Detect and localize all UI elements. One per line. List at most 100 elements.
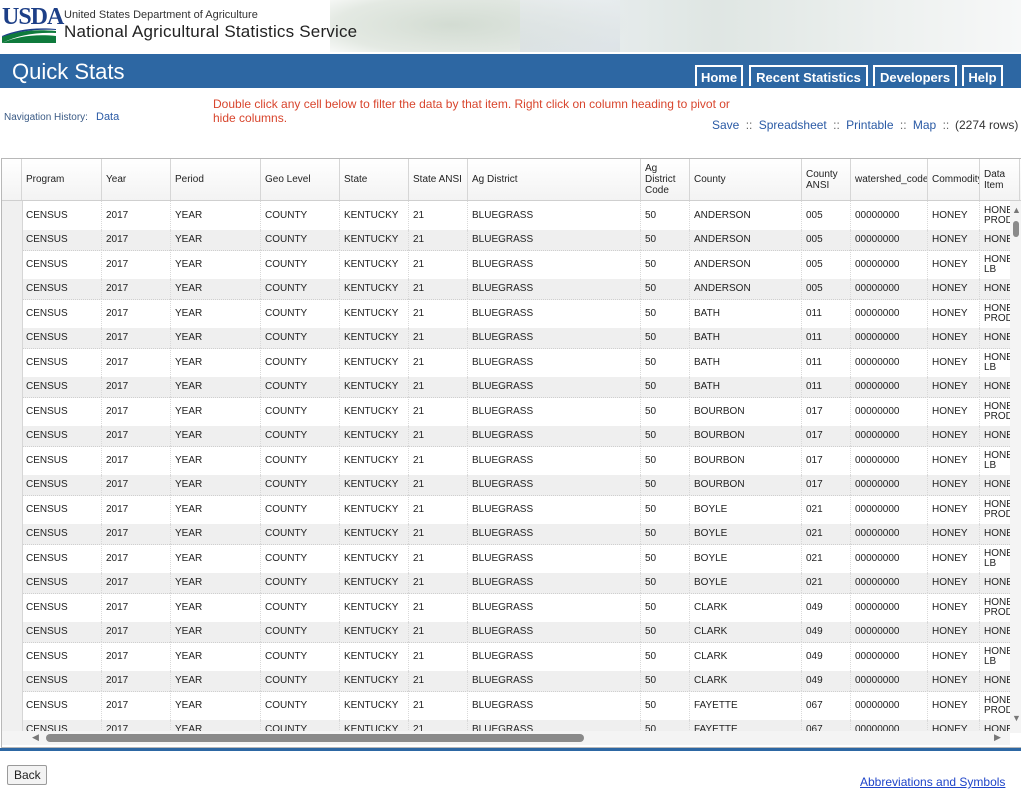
table-cell[interactable]: COUNTY: [261, 622, 340, 642]
table-cell[interactable]: CLARK: [690, 622, 802, 642]
table-cell[interactable]: HONEY: [928, 377, 980, 397]
table-cell[interactable]: YEAR: [171, 544, 261, 573]
table-cell[interactable]: HONEY LB: [980, 544, 1012, 573]
table-cell[interactable]: CENSUS: [22, 642, 102, 671]
table-cell[interactable]: 50: [641, 544, 690, 573]
table-cell[interactable]: 50: [641, 671, 690, 691]
table-cell[interactable]: COUNTY: [261, 377, 340, 397]
table-cell[interactable]: COUNTY: [261, 299, 340, 328]
table-cell[interactable]: 50: [641, 642, 690, 671]
table-cell[interactable]: 011: [802, 328, 851, 348]
column-header[interactable]: Commodity: [928, 159, 980, 200]
table-cell[interactable]: KENTUCKY: [340, 299, 409, 328]
row-header[interactable]: [2, 593, 23, 622]
table-cell[interactable]: YEAR: [171, 250, 261, 279]
table-cell[interactable]: 017: [802, 426, 851, 446]
table-cell[interactable]: BOYLE: [690, 495, 802, 524]
table-cell[interactable]: BOURBON: [690, 426, 802, 446]
table-cell[interactable]: ANDERSON: [690, 279, 802, 299]
table-cell[interactable]: 21: [409, 622, 468, 642]
table-row[interactable]: CENSUS 2017 YEAR COUNTY KENTUCKY 21 BLUEGRASS 5…: [2, 642, 1012, 672]
table-cell[interactable]: BOURBON: [690, 475, 802, 495]
table-cell[interactable]: 2017: [102, 573, 171, 593]
table-cell[interactable]: BLUEGRASS: [468, 201, 641, 230]
table-cell[interactable]: 067: [802, 691, 851, 720]
table-cell[interactable]: HONEY LB: [980, 446, 1012, 475]
table-cell[interactable]: 049: [802, 622, 851, 642]
table-cell[interactable]: BLUEGRASS: [468, 397, 641, 426]
table-row[interactable]: CENSUS 2017 YEAR COUNTY KENTUCKY 21 BLUEGRASS 5…: [2, 377, 1012, 398]
table-row[interactable]: CENSUS 2017 YEAR COUNTY KENTUCKY 21 BLUEGRASS 5…: [2, 299, 1012, 329]
column-header[interactable]: Data Item: [980, 159, 1020, 200]
table-row[interactable]: CENSUS 2017 YEAR COUNTY KENTUCKY 21 BLUEGRASS 5…: [2, 397, 1012, 427]
table-cell[interactable]: 50: [641, 622, 690, 642]
table-cell[interactable]: YEAR: [171, 348, 261, 377]
table-cell[interactable]: CENSUS: [22, 299, 102, 328]
table-cell[interactable]: 21: [409, 544, 468, 573]
table-cell[interactable]: KENTUCKY: [340, 397, 409, 426]
table-cell[interactable]: BATH: [690, 328, 802, 348]
table-cell[interactable]: 21: [409, 397, 468, 426]
table-cell[interactable]: 017: [802, 446, 851, 475]
table-cell[interactable]: KENTUCKY: [340, 230, 409, 250]
column-header[interactable]: State: [340, 159, 409, 200]
table-cell[interactable]: CENSUS: [22, 377, 102, 397]
row-header[interactable]: [2, 201, 23, 230]
table-cell[interactable]: 011: [802, 348, 851, 377]
table-cell[interactable]: 00000000: [851, 573, 928, 593]
table-cell[interactable]: 21: [409, 642, 468, 671]
table-cell[interactable]: 50: [641, 230, 690, 250]
table-cell[interactable]: 00000000: [851, 544, 928, 573]
table-cell[interactable]: HONEY: [980, 328, 1012, 348]
table-row[interactable]: CENSUS 2017 YEAR COUNTY KENTUCKY 21 BLUEGRASS 5…: [2, 279, 1012, 300]
table-cell[interactable]: BLUEGRASS: [468, 299, 641, 328]
nav-home-button[interactable]: Home: [695, 65, 743, 86]
table-cell[interactable]: HONEY PROD: [980, 299, 1012, 328]
table-cell[interactable]: BLUEGRASS: [468, 671, 641, 691]
table-cell[interactable]: COUNTY: [261, 573, 340, 593]
table-cell[interactable]: 21: [409, 671, 468, 691]
table-cell[interactable]: 21: [409, 348, 468, 377]
column-header[interactable]: Ag District Code: [641, 159, 690, 200]
table-cell[interactable]: 00000000: [851, 279, 928, 299]
row-header[interactable]: [2, 544, 23, 573]
table-cell[interactable]: 50: [641, 377, 690, 397]
table-cell[interactable]: BLUEGRASS: [468, 524, 641, 544]
table-row[interactable]: CENSUS 2017 YEAR COUNTY KENTUCKY 21 BLUEGRASS 5…: [2, 524, 1012, 545]
row-header[interactable]: [2, 622, 23, 642]
table-cell[interactable]: KENTUCKY: [340, 593, 409, 622]
table-cell[interactable]: 2017: [102, 250, 171, 279]
table-row[interactable]: CENSUS 2017 YEAR COUNTY KENTUCKY 21 BLUEGRASS 5…: [2, 622, 1012, 643]
table-cell[interactable]: BOURBON: [690, 446, 802, 475]
table-cell[interactable]: BLUEGRASS: [468, 475, 641, 495]
table-cell[interactable]: COUNTY: [261, 348, 340, 377]
table-cell[interactable]: 50: [641, 279, 690, 299]
table-cell[interactable]: BLUEGRASS: [468, 250, 641, 279]
table-cell[interactable]: 50: [641, 475, 690, 495]
table-cell[interactable]: YEAR: [171, 201, 261, 230]
table-cell[interactable]: BLUEGRASS: [468, 279, 641, 299]
table-cell[interactable]: COUNTY: [261, 671, 340, 691]
table-cell[interactable]: HONEY LB: [980, 348, 1012, 377]
table-cell[interactable]: HONEY: [980, 524, 1012, 544]
table-cell[interactable]: CENSUS: [22, 250, 102, 279]
table-cell[interactable]: BLUEGRASS: [468, 328, 641, 348]
column-header[interactable]: Ag District: [468, 159, 641, 200]
table-cell[interactable]: YEAR: [171, 426, 261, 446]
table-row[interactable]: CENSUS 2017 YEAR COUNTY KENTUCKY 21 BLUEGRASS 5…: [2, 593, 1012, 623]
table-cell[interactable]: 021: [802, 544, 851, 573]
table-cell[interactable]: HONEY: [928, 299, 980, 328]
table-cell[interactable]: CENSUS: [22, 573, 102, 593]
table-cell[interactable]: CENSUS: [22, 230, 102, 250]
table-cell[interactable]: 21: [409, 250, 468, 279]
table-cell[interactable]: 2017: [102, 642, 171, 671]
table-row[interactable]: CENSUS 2017 YEAR COUNTY KENTUCKY 21 BLUEGRASS 5…: [2, 201, 1012, 231]
table-cell[interactable]: 50: [641, 348, 690, 377]
table-cell[interactable]: 2017: [102, 230, 171, 250]
table-cell[interactable]: 50: [641, 397, 690, 426]
table-cell[interactable]: KENTUCKY: [340, 573, 409, 593]
table-cell[interactable]: 00000000: [851, 642, 928, 671]
table-cell[interactable]: COUNTY: [261, 642, 340, 671]
table-cell[interactable]: 2017: [102, 671, 171, 691]
table-cell[interactable]: 2017: [102, 544, 171, 573]
